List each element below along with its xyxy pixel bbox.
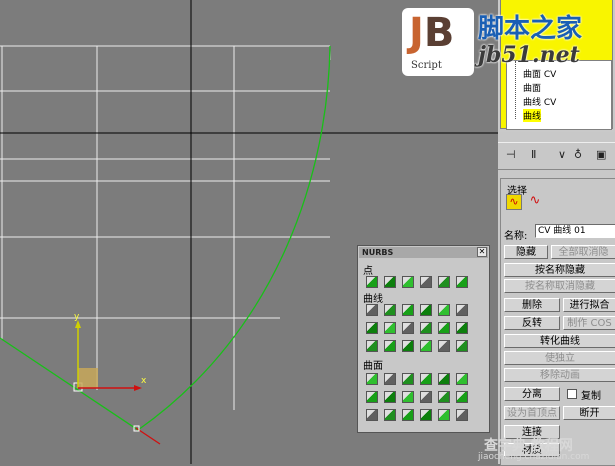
unhide-all-button[interactable]: 全部取消隐	[551, 245, 615, 259]
curve-tool-icon[interactable]	[438, 322, 450, 334]
surface-tool-icon[interactable]	[366, 391, 378, 403]
point-tool-icon[interactable]	[420, 276, 432, 288]
hide-button[interactable]: 隐藏	[504, 245, 548, 259]
hide-by-name-button[interactable]: 按名称隐藏	[504, 263, 615, 277]
surface-tool-icon[interactable]	[420, 409, 432, 421]
pin-stack-icon[interactable]: ⊣	[506, 148, 516, 161]
curve-tool-icon[interactable]	[402, 304, 414, 316]
break-button[interactable]: 断开	[563, 406, 615, 420]
grid	[0, 45, 331, 410]
nurbs-cv-curve[interactable]	[0, 45, 331, 431]
curve-tool-icon[interactable]	[456, 340, 468, 352]
stack-item-curve-cv[interactable]: 曲线 CV	[523, 95, 556, 108]
make-unique-icon[interactable]: ∨	[558, 148, 566, 161]
curve-tool-icon[interactable]	[384, 322, 396, 334]
logo-script-text: Script	[411, 60, 442, 71]
gizmo-y-label: y	[74, 312, 80, 322]
surface-tool-icon[interactable]	[384, 409, 396, 421]
show-end-result-icon[interactable]: Ⅱ	[531, 148, 536, 161]
curve-cv-level-icon[interactable]: ∿	[506, 194, 522, 210]
delete-button[interactable]: 删除	[504, 298, 560, 312]
surface-tool-icon[interactable]	[402, 391, 414, 403]
curve-tool-icon[interactable]	[420, 304, 432, 316]
jb51-logo: JB Script	[402, 8, 474, 76]
surface-tool-icon[interactable]	[366, 373, 378, 385]
surface-tool-icon[interactable]	[438, 409, 450, 421]
surface-tool-icon[interactable]	[402, 373, 414, 385]
curve-tool-icon[interactable]	[456, 304, 468, 316]
modifier-stack[interactable]: 曲面 CV 曲面 曲线 CV 曲线	[506, 60, 612, 130]
surface-tool-icon[interactable]	[402, 409, 414, 421]
gizmo-x-label: x	[141, 376, 147, 386]
curve-tool-icon[interactable]	[366, 340, 378, 352]
surface-tool-icon[interactable]	[384, 373, 396, 385]
remove-modifier-icon[interactable]: ♁	[574, 148, 582, 161]
nurbs-toolbox-title[interactable]: NURBS	[359, 247, 488, 258]
tree-line	[515, 61, 516, 119]
configure-icon[interactable]: ▣	[596, 148, 606, 161]
stack-item-curve[interactable]: 曲线	[523, 109, 542, 122]
curve-tool-icon[interactable]	[420, 340, 432, 352]
close-icon[interactable]: ✕	[477, 247, 487, 257]
curve-tool-icon[interactable]	[456, 322, 468, 334]
curve-tool-icon[interactable]	[402, 340, 414, 352]
nurbs-toolbox[interactable]: NURBS ✕ 点 曲线 曲面	[357, 245, 490, 433]
curve-tool-icon[interactable]	[420, 322, 432, 334]
point-tool-icon[interactable]	[438, 276, 450, 288]
copy-checkbox[interactable]	[567, 389, 577, 399]
curve-tool-icon[interactable]	[366, 322, 378, 334]
stack-item-surface[interactable]: 曲面	[523, 81, 541, 94]
watermark-url: jiaocheng.chazidian.com	[478, 452, 590, 462]
surface-tool-icon[interactable]	[456, 409, 468, 421]
surface-tool-icon[interactable]	[420, 391, 432, 403]
make-cos-button[interactable]: 制作 COS	[563, 316, 615, 330]
curve-tool-icon[interactable]	[438, 340, 450, 352]
name-label: 名称:	[504, 231, 528, 242]
point-tool-icon[interactable]	[456, 276, 468, 288]
surface-tool-icon[interactable]	[384, 391, 396, 403]
surface-tool-icon[interactable]	[456, 373, 468, 385]
surface-tool-icon[interactable]	[366, 409, 378, 421]
point-tool-icon[interactable]	[402, 276, 414, 288]
make-independent-button[interactable]: 使独立	[504, 351, 615, 365]
curve-end-tangent	[135, 427, 161, 445]
curve-level-icon[interactable]: ∿	[527, 194, 543, 210]
remove-animation-button[interactable]: 移除动画	[504, 368, 615, 382]
transform-gizmo[interactable]	[75, 320, 142, 391]
site-name: 脚本之家	[478, 14, 583, 44]
surface-tool-icon[interactable]	[438, 373, 450, 385]
fuse-button[interactable]: 进行拟合	[563, 298, 615, 312]
point-section-label: 点	[363, 266, 373, 277]
point-tool-icon[interactable]	[366, 276, 378, 288]
curve-tool-icon[interactable]	[384, 304, 396, 316]
copy-label: 复制	[581, 391, 601, 402]
detach-button[interactable]: 分离	[504, 387, 560, 401]
curve-tool-icon[interactable]	[384, 340, 396, 352]
stack-item-surface-cv[interactable]: 曲面 CV	[523, 67, 556, 80]
name-field[interactable]: CV 曲线 01	[535, 224, 615, 238]
convert-curve-button[interactable]: 转化曲线	[504, 334, 615, 348]
selection-rollout: 选择 ∿ ∿ 名称: CV 曲线 01 隐藏 全部取消隐 按名称隐藏 按名称取消…	[500, 178, 615, 466]
unhide-by-name-button[interactable]: 按名称取消隐藏	[504, 279, 615, 293]
surface-tool-icon[interactable]	[420, 373, 432, 385]
surface-tool-icon[interactable]	[456, 391, 468, 403]
logo-mark: JB	[409, 10, 455, 56]
reverse-button[interactable]: 反转	[504, 316, 560, 330]
set-first-vertex-button[interactable]: 设为首顶点	[504, 406, 560, 420]
point-tool-icon[interactable]	[384, 276, 396, 288]
curve-tool-icon[interactable]	[402, 322, 414, 334]
stack-toolbar: ⊣ Ⅱ ∨ ♁ ▣	[498, 142, 615, 170]
curve-section-label: 曲线	[363, 294, 383, 305]
site-url: jb51.net	[478, 42, 580, 68]
curve-tool-icon[interactable]	[366, 304, 378, 316]
curve-tool-icon[interactable]	[438, 304, 450, 316]
surface-tool-icon[interactable]	[438, 391, 450, 403]
surface-section-label: 曲面	[363, 361, 383, 372]
